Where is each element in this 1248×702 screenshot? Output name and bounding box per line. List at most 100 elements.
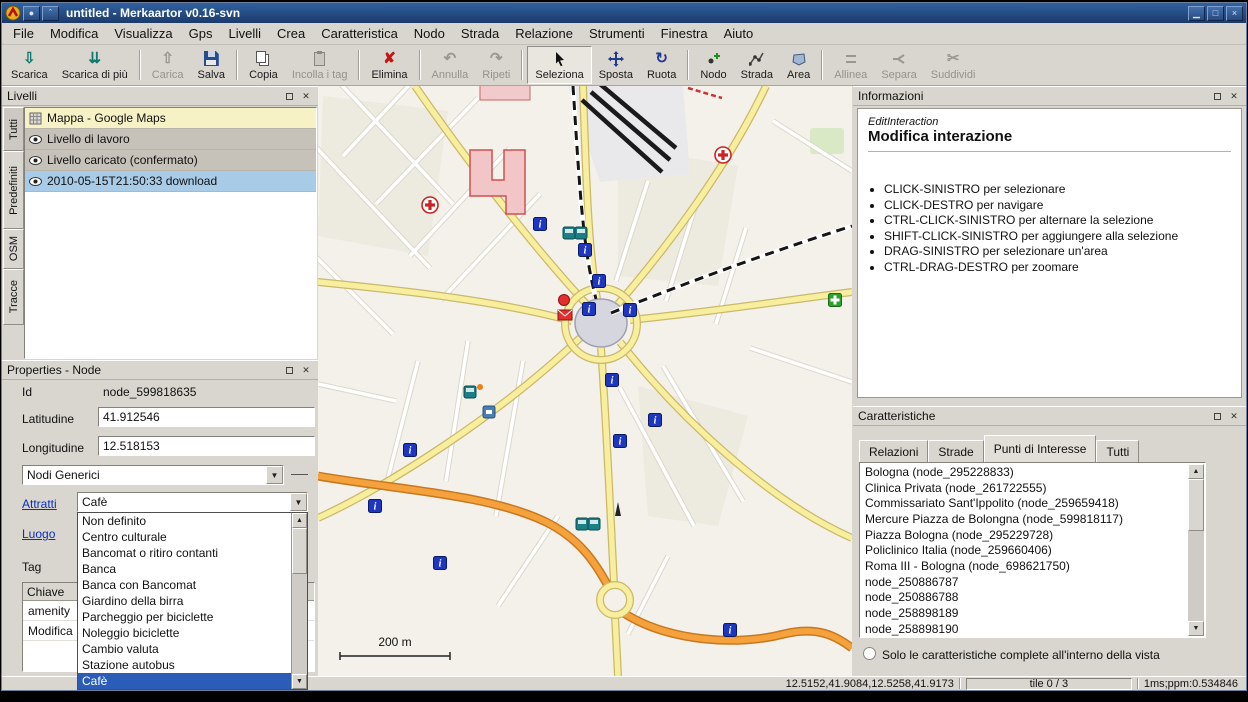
feature-item[interactable]: node_250886787	[861, 574, 1188, 590]
splitter-handle[interactable]	[291, 474, 308, 475]
amenity-combobox[interactable]: Cafè ▼	[77, 492, 308, 512]
feature-item[interactable]: node_258898190	[861, 621, 1188, 636]
poi-bus-icon[interactable]	[563, 227, 575, 239]
layer-row-working[interactable]: Livello di lavoro	[25, 129, 316, 150]
layers-tab-tutti[interactable]: Tutti	[3, 107, 24, 151]
poi-info-icon[interactable]	[649, 414, 662, 427]
poi-info-icon[interactable]	[534, 218, 547, 231]
option-banca-bancomat[interactable]: Banca con Bancomat	[78, 577, 291, 593]
toolbar-undo-button[interactable]: ↶Annulla	[425, 46, 476, 84]
layer-visibility-icon[interactable]	[29, 175, 42, 188]
poi-info-icon[interactable]	[614, 435, 627, 448]
longitude-field[interactable]: 12.518153	[98, 436, 315, 456]
layers-tab-predefiniti[interactable]: Predefiniti	[3, 151, 24, 229]
menu-strada[interactable]: Strada	[453, 24, 507, 43]
menu-modifica[interactable]: Modifica	[42, 24, 106, 43]
complete-features-checkbox[interactable]	[863, 647, 876, 660]
menu-livelli[interactable]: Livelli	[221, 24, 270, 43]
poi-dot-icon[interactable]	[477, 384, 483, 390]
layer-row-download[interactable]: 2010-05-15T21:50:33 download	[25, 171, 316, 192]
toolbar-paste-tags-button[interactable]: Incolla i tag	[285, 46, 355, 84]
shade-button[interactable]: ˆ	[42, 6, 59, 21]
poi-post-icon[interactable]	[558, 310, 572, 320]
poi-bus-icon[interactable]	[576, 518, 588, 530]
poi-info-icon[interactable]	[624, 304, 637, 317]
feature-item[interactable]: Policlinico Italia (node_259660406)	[861, 542, 1188, 558]
luogo-link[interactable]: Luogo	[22, 527, 55, 541]
chevron-down-icon[interactable]: ▼	[266, 466, 283, 484]
menu-visualizza[interactable]: Visualizza	[106, 24, 180, 43]
scrollbar-thumb[interactable]	[292, 528, 307, 574]
toolbar-select-button[interactable]: Seleziona	[527, 46, 591, 84]
latitude-field[interactable]: 41.912546	[98, 407, 315, 427]
scroll-down-icon[interactable]: ▼	[292, 674, 307, 689]
window-menu-button[interactable]: ●	[23, 6, 40, 21]
poi-bus-icon[interactable]	[464, 386, 476, 398]
feature-item[interactable]: Bologna (node_295228833)	[861, 464, 1188, 480]
feature-item[interactable]: Commissariato Sant'Ippolito (node_259659…	[861, 495, 1188, 511]
option-stazione-autobus[interactable]: Stazione autobus	[78, 657, 291, 673]
maximize-button[interactable]: □	[1207, 6, 1224, 21]
layer-row-uploaded[interactable]: Livello caricato (confermato)	[25, 150, 316, 171]
option-centro-culturale[interactable]: Centro culturale	[78, 529, 291, 545]
close-button[interactable]: ×	[1226, 6, 1243, 21]
option-noleggio-bici[interactable]: Noleggio biciclette	[78, 625, 291, 641]
close-panel-button[interactable]: ✕	[1227, 89, 1241, 103]
layers-tab-osm[interactable]: OSM	[3, 229, 24, 269]
minimize-button[interactable]: ▁	[1188, 6, 1205, 21]
toolbar-align-button[interactable]: Allinea	[827, 46, 874, 84]
features-scrollbar[interactable]: ▲ ▼	[1188, 464, 1204, 636]
option-cafe[interactable]: Cafè	[78, 673, 291, 689]
poi-bus-icon[interactable]	[575, 227, 587, 239]
layer-visibility-icon[interactable]	[29, 133, 42, 146]
menu-finestra[interactable]: Finestra	[653, 24, 716, 43]
node-type-combobox[interactable]: Nodi Generici ▼	[22, 465, 284, 485]
close-panel-button[interactable]: ✕	[1227, 409, 1241, 423]
poi-info-icon[interactable]	[579, 244, 592, 257]
tab-tutti[interactable]: Tutti	[1096, 440, 1139, 462]
poi-info-icon[interactable]	[724, 624, 737, 637]
scroll-up-icon[interactable]: ▲	[292, 513, 307, 528]
feature-item[interactable]: node_258898189	[861, 605, 1188, 621]
poi-bus-icon[interactable]	[588, 518, 600, 530]
toolbar-delete-button[interactable]: ✘Elimina	[364, 46, 414, 84]
poi-info-icon[interactable]	[404, 444, 417, 457]
poi-info-icon[interactable]	[583, 303, 596, 316]
poi-pharmacy-icon[interactable]	[829, 294, 842, 307]
poi-transit-icon[interactable]	[483, 406, 495, 418]
option-non-definito[interactable]: Non definito	[78, 513, 291, 529]
feature-item[interactable]: Mercure Piazza de Bolongna (node_5998181…	[861, 511, 1188, 527]
option-cambio-valuta[interactable]: Cambio valuta	[78, 641, 291, 657]
dropdown-scrollbar[interactable]: ▲ ▼	[291, 513, 307, 689]
menu-nodo[interactable]: Nodo	[406, 24, 453, 43]
scrollbar-thumb[interactable]	[1188, 479, 1204, 531]
poi-hospital-icon[interactable]	[422, 197, 438, 213]
tag-key-header[interactable]: Chiave	[23, 583, 85, 600]
tab-relazioni[interactable]: Relazioni	[859, 440, 928, 462]
poi-info-icon[interactable]	[369, 500, 382, 513]
menu-strumenti[interactable]: Strumenti	[581, 24, 653, 43]
chevron-down-icon[interactable]: ▼	[290, 493, 307, 511]
layers-tab-tracce[interactable]: Tracce	[3, 269, 24, 325]
option-parcheggio-bici[interactable]: Parcheggio per biciclette	[78, 609, 291, 625]
tab-punti-di-interesse[interactable]: Punti di Interesse	[984, 435, 1097, 462]
poi-info-icon[interactable]	[434, 557, 447, 570]
scroll-down-icon[interactable]: ▼	[1188, 621, 1204, 636]
menu-aiuto[interactable]: Aiuto	[716, 24, 762, 43]
feature-item[interactable]: node_250886788	[861, 590, 1188, 606]
poi-info-icon[interactable]	[593, 275, 606, 288]
menu-relazione[interactable]: Relazione	[507, 24, 581, 43]
layer-row-google-maps[interactable]: Mappa - Google Maps	[25, 108, 316, 129]
scroll-up-icon[interactable]: ▲	[1188, 464, 1204, 479]
tab-strade[interactable]: Strade	[928, 440, 983, 462]
map-view[interactable]: i	[318, 86, 852, 676]
toolbar-detach-button[interactable]: Separa	[874, 46, 923, 84]
menu-gps[interactable]: Gps	[181, 24, 221, 43]
toolbar-copy-button[interactable]: Copia	[242, 46, 285, 84]
toolbar-road-button[interactable]: Strada	[734, 46, 780, 84]
amenity-link[interactable]: Attratti	[22, 497, 57, 511]
poi-hospital-icon[interactable]	[715, 147, 731, 163]
toolbar-move-button[interactable]: Sposta	[592, 46, 640, 84]
close-panel-button[interactable]: ✕	[299, 363, 313, 377]
menu-crea[interactable]: Crea	[269, 24, 313, 43]
